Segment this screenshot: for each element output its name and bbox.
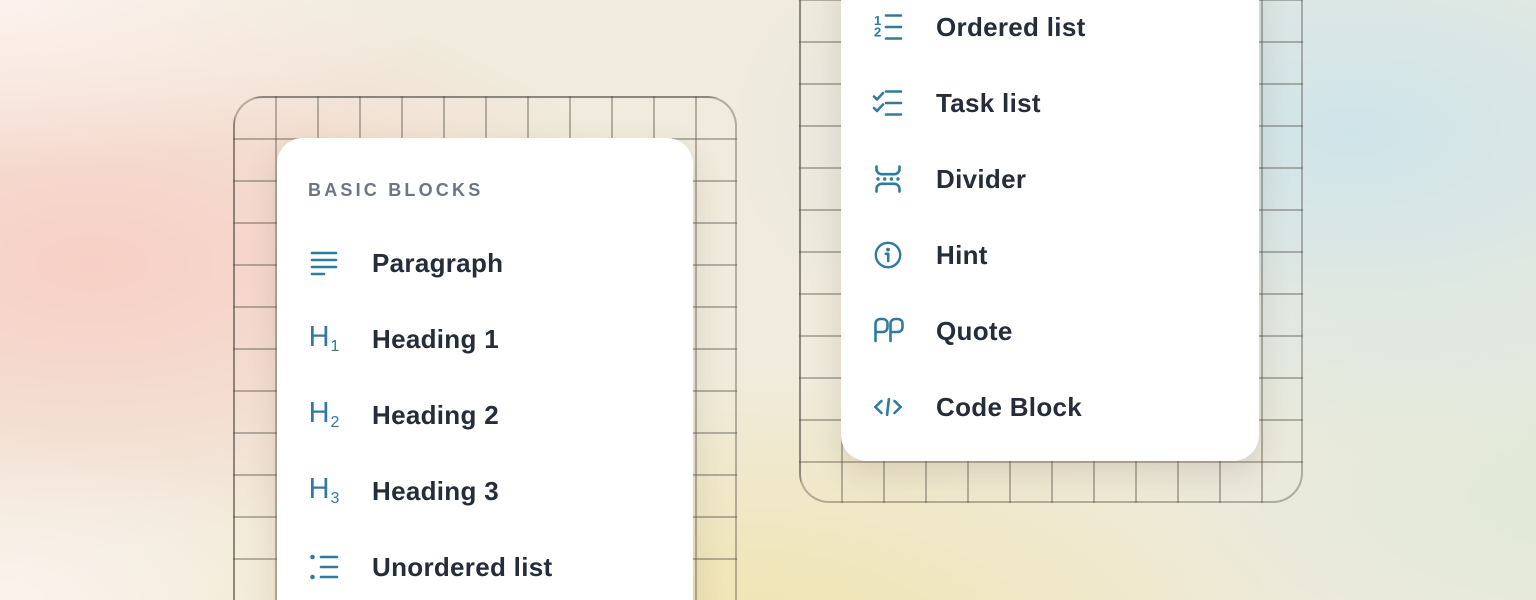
list-item-label: Heading 3 bbox=[372, 476, 499, 507]
list-item-label: Unordered list bbox=[372, 552, 552, 583]
list-item-label: Heading 2 bbox=[372, 400, 499, 431]
list-item[interactable]: Hint bbox=[841, 217, 1259, 293]
list-item-label: Heading 1 bbox=[372, 324, 499, 355]
quote-icon bbox=[872, 315, 904, 347]
heading-3-icon: H3 bbox=[308, 475, 340, 507]
list-item-label: Divider bbox=[936, 164, 1026, 195]
menu-item-list: Paragraph H1 Heading 1 H2 Heading 2 H3 H… bbox=[277, 225, 693, 600]
list-item[interactable]: Unordered list bbox=[277, 529, 693, 600]
list-item[interactable]: H2 Heading 2 bbox=[277, 377, 693, 453]
task-list-icon bbox=[872, 87, 904, 119]
hint-icon bbox=[872, 239, 904, 271]
heading-2-icon: H2 bbox=[308, 399, 340, 431]
code-block-icon bbox=[872, 391, 904, 423]
section-label: BASIC BLOCKS bbox=[308, 180, 483, 201]
list-item[interactable]: Task list bbox=[841, 65, 1259, 141]
list-item-label: Task list bbox=[936, 88, 1041, 119]
list-item[interactable]: Quote bbox=[841, 293, 1259, 369]
list-item-label: Ordered list bbox=[936, 12, 1086, 43]
paragraph-icon bbox=[308, 247, 340, 279]
heading-1-icon: H1 bbox=[308, 323, 340, 355]
background-gradient bbox=[0, 0, 1536, 600]
list-item[interactable]: Paragraph bbox=[277, 225, 693, 301]
ordered-list-icon: 12 bbox=[872, 11, 904, 43]
list-item-label: Quote bbox=[936, 316, 1013, 347]
blocks-menu-continued: 12 Ordered list Task list Divider Hint Q… bbox=[841, 0, 1259, 461]
list-item-label: Paragraph bbox=[372, 248, 503, 279]
list-item[interactable]: Divider bbox=[841, 141, 1259, 217]
list-item[interactable]: H3 Heading 3 bbox=[277, 453, 693, 529]
list-item-label: Hint bbox=[936, 240, 988, 271]
unordered-list-icon bbox=[308, 551, 340, 583]
list-item-label: Code Block bbox=[936, 392, 1082, 423]
divider-icon bbox=[872, 163, 904, 195]
svg-text:2: 2 bbox=[874, 25, 881, 40]
list-item[interactable]: 12 Ordered list bbox=[841, 0, 1259, 65]
list-item[interactable]: Code Block bbox=[841, 369, 1259, 445]
menu-item-list: 12 Ordered list Task list Divider Hint Q… bbox=[841, 0, 1259, 445]
basic-blocks-menu: BASIC BLOCKS Paragraph H1 Heading 1 H2 H… bbox=[277, 138, 693, 600]
list-item[interactable]: H1 Heading 1 bbox=[277, 301, 693, 377]
